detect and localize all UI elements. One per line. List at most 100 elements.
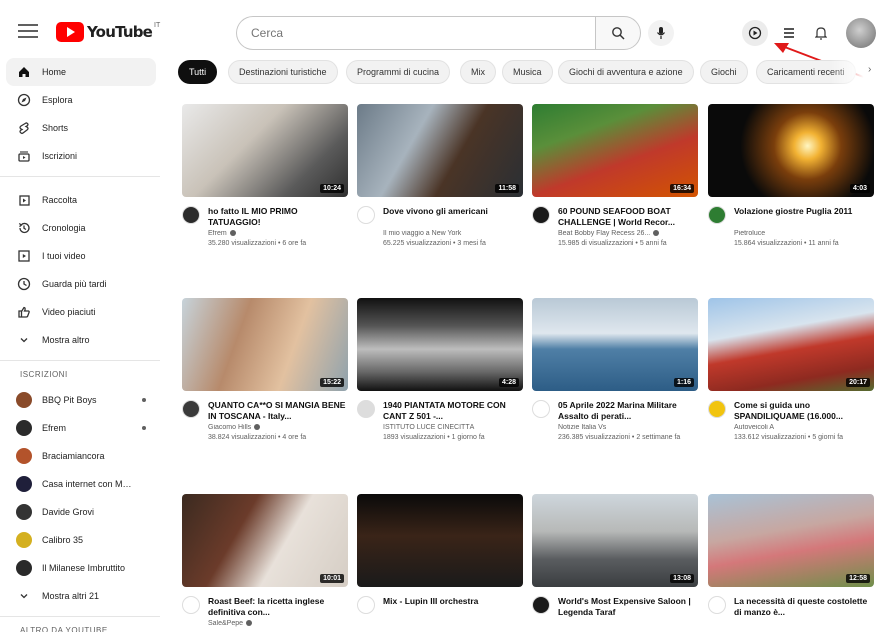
video-thumbnail[interactable]: 11:58 bbox=[357, 104, 523, 197]
video-channel-name[interactable]: ISTITUTO LUCE CINECITTÀ bbox=[383, 424, 474, 431]
sidebar-item-esplora[interactable]: Esplora bbox=[6, 86, 156, 114]
video-thumbnail[interactable]: 1:16 bbox=[532, 298, 698, 391]
video-title[interactable]: 1940 PIANTATA MOTORE CON CANT Z 501 -... bbox=[383, 400, 523, 422]
sidebar-item-mostra-altri-21[interactable]: Mostra altri 21 bbox=[6, 582, 156, 610]
chips-next-icon[interactable]: › bbox=[868, 64, 871, 75]
chip-mix[interactable]: Mix bbox=[460, 60, 496, 84]
sidebar-item-iscrizioni[interactable]: Iscrizioni bbox=[6, 142, 156, 170]
video-title[interactable]: 60 POUND SEAFOOD BOAT CHALLENGE | World … bbox=[558, 206, 698, 228]
sidebar-item-il-milanese-imbruttito[interactable]: Il Milanese Imbruttito bbox=[6, 554, 156, 582]
channel-avatar[interactable] bbox=[182, 596, 200, 614]
channel-avatar[interactable] bbox=[708, 206, 726, 224]
sidebar-item-bbq-pit-boys[interactable]: BBQ Pit Boys bbox=[6, 386, 156, 414]
apps-button[interactable] bbox=[776, 20, 802, 46]
video-channel-name[interactable]: Sale&Pepe bbox=[208, 620, 243, 627]
channel-avatar[interactable] bbox=[532, 400, 550, 418]
sidebar-item-calibro-35[interactable]: Calibro 35 bbox=[6, 526, 156, 554]
channel-avatar[interactable] bbox=[708, 596, 726, 614]
chip-destinazioni-turistiche[interactable]: Destinazioni turistiche bbox=[228, 60, 338, 84]
video-title[interactable]: La necessità di queste costolette di man… bbox=[734, 596, 874, 618]
sidebar-item-i-tuoi-video[interactable]: I tuoi video bbox=[6, 242, 156, 270]
chip-giochi[interactable]: Giochi bbox=[700, 60, 748, 84]
video-channel-name[interactable]: Efrem bbox=[208, 230, 227, 237]
video-title[interactable]: Roast Beef: la ricetta inglese definitiv… bbox=[208, 596, 348, 618]
video-thumbnail[interactable]: 4:28 bbox=[357, 298, 523, 391]
notifications-button[interactable] bbox=[808, 20, 834, 46]
chip-programmi-di-cucina[interactable]: Programmi di cucina bbox=[346, 60, 451, 84]
video-channel[interactable]: Il mio viaggio a New York bbox=[383, 230, 523, 237]
video-thumbnail[interactable]: 20:17 bbox=[708, 298, 874, 391]
account-avatar[interactable] bbox=[846, 18, 876, 48]
sidebar-item-raccolta[interactable]: Raccolta bbox=[6, 186, 156, 214]
video-title[interactable]: Mix - Lupin III orchestra bbox=[383, 596, 523, 607]
video-card[interactable]: 1:16 05 Aprile 2022 Marina Militare Assal… bbox=[532, 298, 698, 484]
video-channel-name[interactable]: Beat Bobby Flay Recess 26... bbox=[558, 230, 650, 237]
video-thumbnail[interactable]: 16:34 bbox=[532, 104, 698, 197]
channel-avatar[interactable] bbox=[182, 206, 200, 224]
sidebar-item-efrem[interactable]: Efrem bbox=[6, 414, 156, 442]
video-card[interactable]: 10:01 Roast Beef: la ricetta inglese defi… bbox=[182, 494, 348, 632]
sidebar-item-video-piaciuti[interactable]: Video piaciuti bbox=[6, 298, 156, 326]
video-title[interactable]: QUANTO CA**O SI MANGIA BENE IN TOSCANA -… bbox=[208, 400, 348, 422]
video-thumbnail[interactable] bbox=[357, 494, 523, 587]
video-card[interactable]: 13:08 World's Most Expensive Saloon | Leg… bbox=[532, 494, 698, 632]
channel-avatar[interactable] bbox=[357, 596, 375, 614]
video-channel[interactable]: Giacomo Hills bbox=[208, 424, 348, 431]
video-channel-name[interactable]: Pietroluce bbox=[734, 230, 765, 237]
video-title[interactable]: 05 Aprile 2022 Marina Militare Assalto d… bbox=[558, 400, 698, 422]
video-card[interactable]: 10:24 ho fatto IL MIO PRIMO TATUAGGIO! Efr… bbox=[182, 104, 348, 290]
video-card[interactable]: 11:58 Dove vivono gli americani Il mio via… bbox=[357, 104, 523, 290]
video-title[interactable]: ho fatto IL MIO PRIMO TATUAGGIO! bbox=[208, 206, 348, 228]
video-channel-name[interactable]: Notizie Italia Vs bbox=[558, 424, 606, 431]
chip-musica[interactable]: Musica bbox=[502, 60, 553, 84]
chip-tutti[interactable]: Tutti bbox=[178, 60, 218, 84]
video-title[interactable]: Volazione giostre Puglia 2011 bbox=[734, 206, 874, 217]
channel-avatar[interactable] bbox=[182, 400, 200, 418]
video-card[interactable]: 12:58 La necessità di queste costolette d… bbox=[708, 494, 874, 632]
video-thumbnail[interactable]: 10:01 bbox=[182, 494, 348, 587]
search-button[interactable] bbox=[595, 16, 641, 50]
menu-icon[interactable] bbox=[18, 22, 38, 40]
video-thumbnail[interactable]: 10:24 bbox=[182, 104, 348, 197]
sidebar-item-shorts[interactable]: Shorts bbox=[6, 114, 156, 142]
youtube-logo[interactable]: YouTube IT bbox=[56, 22, 160, 42]
video-card[interactable]: 20:17 Come si guida uno SPANDILIQUAME (16… bbox=[708, 298, 874, 484]
video-channel-name[interactable]: Giacomo Hills bbox=[208, 424, 251, 431]
sidebar-item-casa-internet-con-mat[interactable]: Casa internet con Mat... bbox=[6, 470, 156, 498]
sidebar-item-davide-grovi[interactable]: Davide Grovi bbox=[6, 498, 156, 526]
video-card[interactable]: Mix - Lupin III orchestra bbox=[357, 494, 523, 632]
channel-avatar[interactable] bbox=[357, 206, 375, 224]
video-channel-name[interactable]: Autoveicoli A bbox=[734, 424, 774, 431]
video-channel[interactable]: Sale&Pepe bbox=[208, 620, 348, 627]
video-thumbnail[interactable]: 13:08 bbox=[532, 494, 698, 587]
channel-avatar[interactable] bbox=[532, 596, 550, 614]
video-card[interactable]: 16:34 60 POUND SEAFOOD BOAT CHALLENGE | W… bbox=[532, 104, 698, 290]
video-channel-name[interactable]: Il mio viaggio a New York bbox=[383, 230, 461, 237]
voice-search-button[interactable] bbox=[648, 20, 674, 46]
video-title[interactable]: Dove vivono gli americani bbox=[383, 206, 523, 217]
search-input[interactable] bbox=[236, 16, 595, 50]
channel-avatar[interactable] bbox=[708, 400, 726, 418]
video-channel[interactable]: ISTITUTO LUCE CINECITTÀ bbox=[383, 424, 523, 431]
video-card[interactable]: 4:03 Volazione giostre Puglia 2011 Pietrol… bbox=[708, 104, 874, 290]
video-channel[interactable]: Autoveicoli A bbox=[734, 424, 874, 431]
channel-avatar[interactable] bbox=[532, 206, 550, 224]
sidebar-item-braciamiancora[interactable]: Braciamiancora bbox=[6, 442, 156, 470]
video-title[interactable]: Come si guida uno SPANDILIQUAME (16.000.… bbox=[734, 400, 874, 422]
chip-giochi-di-avventura-e-azione[interactable]: Giochi di avventura e azione bbox=[558, 60, 694, 84]
sidebar-item-home[interactable]: Home bbox=[6, 58, 156, 86]
video-title[interactable]: World's Most Expensive Saloon | Legenda … bbox=[558, 596, 698, 618]
video-card[interactable]: 4:28 1940 PIANTATA MOTORE CON CANT Z 501 … bbox=[357, 298, 523, 484]
video-channel[interactable]: Efrem bbox=[208, 230, 348, 237]
video-channel[interactable]: Notizie Italia Vs bbox=[558, 424, 698, 431]
sidebar-item-cronologia[interactable]: Cronologia bbox=[6, 214, 156, 242]
video-thumbnail[interactable]: 12:58 bbox=[708, 494, 874, 587]
sidebar-item-guarda-pi-tardi[interactable]: Guarda più tardi bbox=[6, 270, 156, 298]
video-card[interactable]: 15:22 QUANTO CA**O SI MANGIA BENE IN TOSC… bbox=[182, 298, 348, 484]
channel-avatar[interactable] bbox=[357, 400, 375, 418]
video-thumbnail[interactable]: 15:22 bbox=[182, 298, 348, 391]
sidebar-item-mostra-altro[interactable]: Mostra altro bbox=[6, 326, 156, 354]
create-button[interactable] bbox=[742, 20, 768, 46]
video-thumbnail[interactable]: 4:03 bbox=[708, 104, 874, 197]
video-channel[interactable]: Beat Bobby Flay Recess 26... bbox=[558, 230, 698, 237]
